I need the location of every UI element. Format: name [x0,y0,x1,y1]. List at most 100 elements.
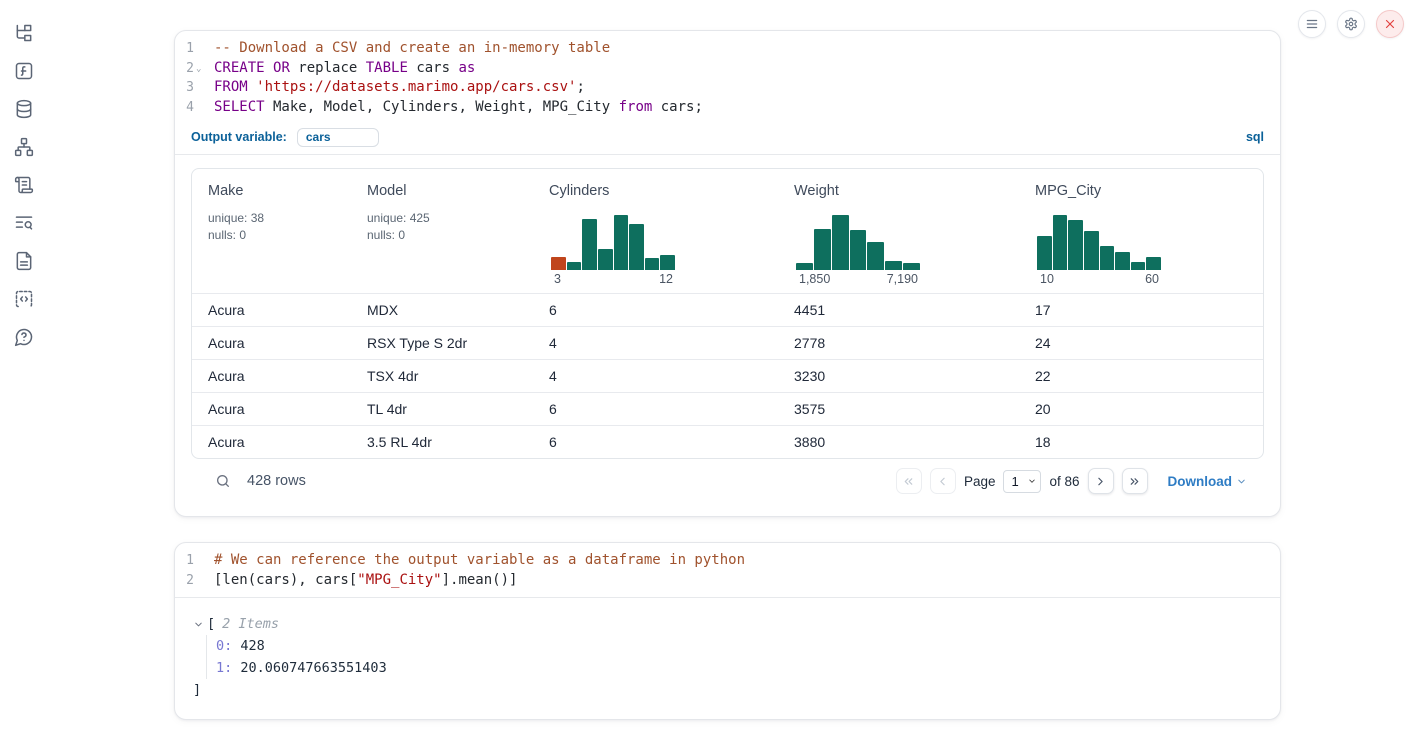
table-cell: 6 [533,434,778,450]
text-search-icon[interactable] [13,212,35,234]
tree-items-count: 2 Items [222,613,279,635]
table-header: Makeunique: 38nulls: 0Modelunique: 425nu… [192,169,1263,293]
tree-entry-value: 428 [232,638,265,654]
tree-root: [ 2 Items [193,613,1264,635]
line-number: 3 [175,78,194,98]
column-header[interactable]: Makeunique: 38nulls: 0 [192,169,351,293]
histogram-bar[interactable] [1068,220,1083,270]
column-histogram[interactable]: 312 [551,215,675,286]
sql-code-editor[interactable]: 1-- Download a CSV and create an in-memo… [175,31,1280,124]
axis-min-label: 10 [1040,272,1054,286]
histogram-bar[interactable] [850,230,867,270]
left-sidebar [0,0,48,729]
column-histogram[interactable]: 1,8507,190 [796,215,920,286]
download-button[interactable]: Download [1168,474,1248,489]
tree-entries: 0: 4281: 20.060747663551403 [206,635,1264,679]
column-name: Cylinders [549,183,778,199]
table-cell: 24 [1019,335,1263,351]
function-square-icon[interactable] [13,60,35,82]
database-icon[interactable] [13,98,35,120]
table-row: AcuraTL 4dr6357520 [192,392,1263,425]
histogram-bar[interactable] [567,262,582,270]
histogram-bar[interactable] [1115,252,1130,270]
histogram-bar[interactable] [796,263,813,270]
stat-line: nulls: 0 [367,227,533,244]
table-cell: 20 [1019,401,1263,417]
column-header[interactable]: Cylinders 312 [533,169,778,293]
column-histogram[interactable]: 10 60 [1037,215,1161,286]
snippets-code-icon[interactable] [13,288,35,310]
table-cell: 3880 [778,434,1019,450]
tree-entry: 0: 428 [216,635,1264,657]
search-icon[interactable] [215,473,231,489]
histogram-axis-labels: 1,8507,190 [796,270,920,286]
pagination: Page 1 of 86 Download [896,468,1247,494]
histogram-bar[interactable] [1100,246,1115,270]
python-code-editor[interactable]: 1# We can reference the output variable … [175,543,1280,598]
histogram-bar[interactable] [814,229,831,270]
collapse-chevron-icon[interactable] [193,619,204,630]
histogram-bar[interactable] [885,261,902,270]
histogram-bar[interactable] [1084,231,1099,270]
file-tree-icon[interactable] [13,22,35,44]
histogram-bar[interactable] [867,242,884,270]
table-row: AcuraMDX6445117 [192,293,1263,326]
tree-entry-key: 1: [216,660,232,676]
previous-page-button[interactable] [930,468,956,494]
histogram-bar[interactable] [551,257,566,270]
column-header[interactable]: Modelunique: 425nulls: 0 [351,169,533,293]
histogram-bar[interactable] [660,255,675,270]
table-cell: 6 [533,401,778,417]
histogram-bar[interactable] [903,263,920,270]
output-variable-input[interactable] [297,128,379,147]
table-cell: 3.5 RL 4dr [351,434,533,450]
result-table: Makeunique: 38nulls: 0Modelunique: 425nu… [191,168,1264,459]
page-select[interactable]: 1 [1003,470,1041,493]
column-header[interactable]: Weight1,8507,190 [778,169,1019,293]
dependency-graph-icon[interactable] [13,136,35,158]
tree-close-bracket: ] [193,679,1264,701]
scroll-text-icon[interactable] [13,174,35,196]
chevron-down-icon [1236,476,1247,487]
output-variable-label: Output variable: [191,130,287,144]
histogram-bar[interactable] [614,215,629,270]
help-icon[interactable] [13,326,35,348]
axis-min-label: 1,850 [799,272,830,286]
histogram-bar[interactable] [1131,262,1146,270]
line-number: 2 [175,571,194,591]
document-icon[interactable] [13,250,35,272]
table-cell: Acura [192,368,351,384]
first-page-button[interactable] [896,468,922,494]
line-number: 4 [175,98,194,118]
histogram-bar[interactable] [645,258,660,270]
close-button[interactable] [1376,10,1404,38]
histogram-bars [796,215,920,270]
histogram-bar[interactable] [1146,257,1161,270]
menu-button[interactable] [1298,10,1326,38]
histogram-bar[interactable] [1053,215,1068,270]
last-page-button[interactable] [1122,468,1148,494]
page-total-label: of 86 [1049,474,1079,489]
histogram-bar[interactable] [598,249,613,270]
chevron-down-icon [1027,476,1037,486]
fold-chevron-icon[interactable]: ⌄ [196,60,201,80]
histogram-bar[interactable] [629,224,644,270]
table-cell: 4 [533,335,778,351]
table-row: Acura3.5 RL 4dr6388018 [192,425,1263,458]
stat-line: unique: 38 [208,210,351,227]
table-row: AcuraRSX Type S 2dr4277824 [192,326,1263,359]
histogram-bar[interactable] [1037,236,1052,270]
table-cell: RSX Type S 2dr [351,335,533,351]
axis-max-label: 60 [1145,272,1159,286]
histogram-bar[interactable] [582,219,597,270]
stat-line: nulls: 0 [208,227,351,244]
histogram-bar[interactable] [832,215,849,270]
code-line: 2[len(cars), cars["MPG_City"].mean()] [175,571,1280,591]
histogram-axis-labels: 312 [551,270,675,286]
line-number: 2 [175,59,194,79]
column-header[interactable]: MPG_City1060 [1019,169,1263,293]
sql-cell: 1-- Download a CSV and create an in-memo… [174,30,1281,517]
next-page-button[interactable] [1088,468,1114,494]
tree-entry-key: 0: [216,638,232,654]
settings-button[interactable] [1337,10,1365,38]
